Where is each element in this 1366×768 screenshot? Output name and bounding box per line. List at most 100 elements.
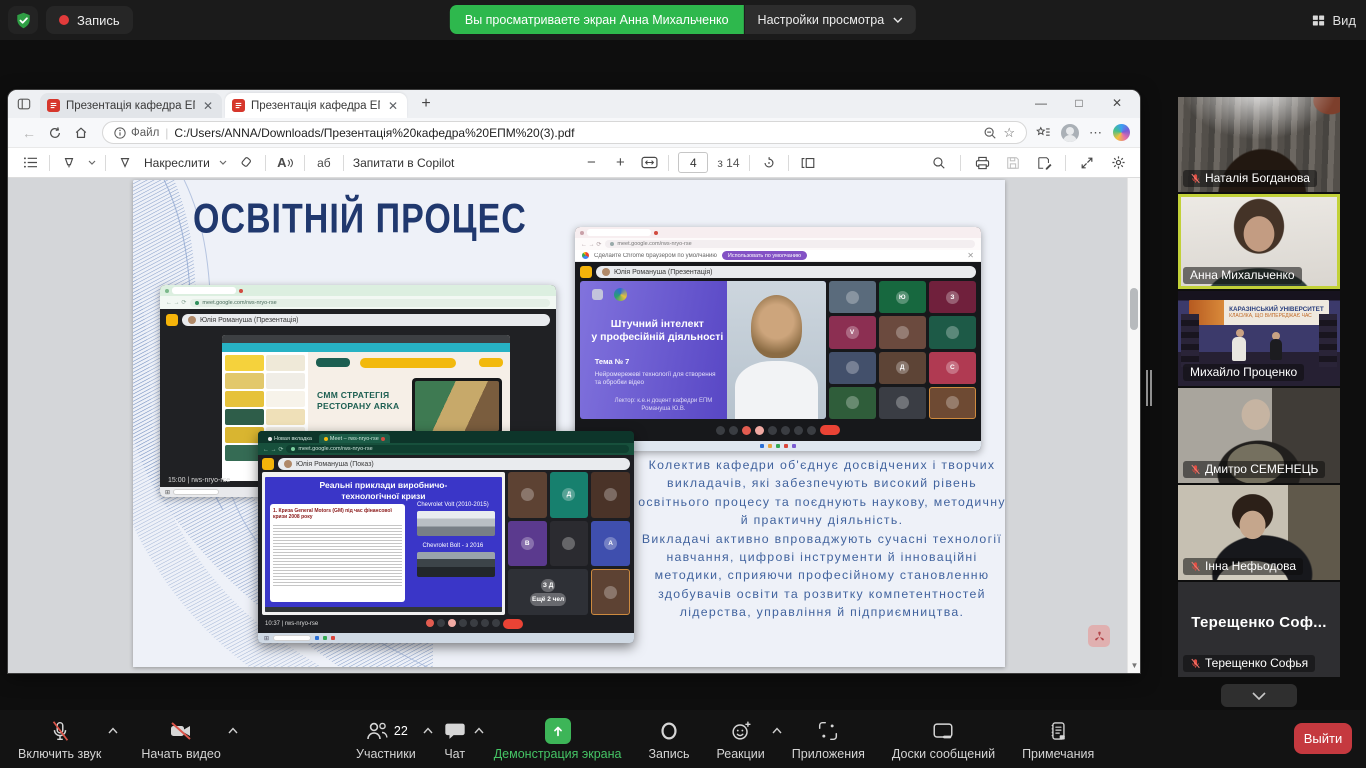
participants-button[interactable]: 22 Участники [356, 717, 416, 761]
recording-label: Запись [77, 13, 120, 28]
chevron-up-icon[interactable] [474, 727, 484, 734]
new-tab-button[interactable]: + [415, 95, 437, 113]
address-field[interactable]: Файл | C:/Users/ANNA/Downloads/Презентац… [102, 121, 1027, 144]
record-dot-icon [59, 15, 69, 25]
car-image-bolt [417, 552, 495, 577]
browser-tab-2[interactable]: Презентація кафедра ЕПМ (3).pdf ✕ [225, 93, 407, 118]
pdf-scrollbar[interactable]: ▼ [1127, 178, 1140, 673]
car-image-volt [417, 511, 495, 536]
whiteboards-button[interactable]: Доски сообщений [892, 717, 995, 761]
window-close-button[interactable]: ✕ [1098, 90, 1136, 116]
save-as-icon[interactable] [1034, 152, 1054, 174]
refresh-icon[interactable] [42, 121, 68, 145]
chevron-up-icon[interactable] [108, 727, 118, 734]
chrome-icon [582, 252, 589, 259]
highlighter-icon[interactable] [59, 152, 79, 174]
pdf-file-icon [47, 99, 60, 112]
ai-lecture-slide: Штучний інтелекту професійній діяльності… [580, 281, 826, 419]
chat-button[interactable]: Чат [443, 717, 467, 761]
participant-tile-no-video[interactable]: Терещенко Соф... Терещенко Софья [1178, 582, 1340, 677]
chevron-up-icon[interactable] [423, 727, 433, 734]
record-icon [657, 719, 681, 743]
address-scheme-label: Файл [131, 127, 159, 139]
participant-label: Терещенко Софья [1183, 655, 1315, 672]
pdf-content-area: ОСВІТНІЙ ПРОЦЕС ← → ⟳ meet.google.com/rw… [8, 178, 1140, 673]
browser-menu-icon[interactable]: ⋯ [1089, 125, 1103, 141]
shared-browser-window: Презентація кафедра ЕПМ (3).pdf ✕ Презен… [8, 90, 1140, 673]
page-info-icon[interactable] [114, 127, 126, 139]
page-total-label: з 14 [717, 156, 739, 170]
participants-count: 22 [394, 724, 408, 738]
translate-icon[interactable]: аб [314, 152, 334, 174]
view-button[interactable]: Вид [1311, 8, 1356, 32]
collapse-filmstrip-button[interactable] [1221, 684, 1297, 707]
chevron-up-icon[interactable] [228, 727, 238, 734]
chevron-down-icon[interactable] [88, 160, 96, 165]
scroll-down-arrow[interactable]: ▼ [1128, 661, 1140, 670]
apps-button[interactable]: Приложения [792, 717, 865, 761]
share-screen-button[interactable]: Демонстрация экрана [494, 717, 622, 761]
participant-tile[interactable]: Наталія Богданова [1178, 97, 1340, 192]
draw-pen-icon[interactable] [115, 152, 135, 174]
copilot-icon[interactable] [1113, 124, 1130, 141]
page-view-icon[interactable] [798, 152, 818, 174]
fit-to-width-icon[interactable] [639, 152, 659, 174]
set-default-button: Использовать по умолчанию [722, 251, 807, 260]
security-shield-button[interactable] [8, 6, 38, 34]
pdf-viewer-toolbar: Накреслити A аб Запитати в Copilot − + з… [8, 148, 1140, 178]
zoom-in-icon[interactable]: + [610, 152, 630, 174]
eraser-icon[interactable] [236, 152, 256, 174]
browser-tab-1[interactable]: Презентація кафедра ЕПМ (3).pdf ✕ [40, 93, 222, 118]
zoom-bottom-toolbar: Включить звук Начать видео 22 Участники … [0, 710, 1366, 768]
print-icon[interactable] [972, 152, 992, 174]
unmute-button[interactable]: Включить звук [18, 717, 101, 761]
tab-close-icon[interactable]: ✕ [386, 99, 400, 113]
draw-label[interactable]: Накреслити [144, 156, 210, 170]
pdf-file-icon [232, 99, 245, 112]
rotate-page-icon[interactable] [759, 152, 779, 174]
search-icon[interactable] [929, 152, 949, 174]
acrobat-extension-icon[interactable] [1088, 625, 1110, 647]
notes-button[interactable]: Примечания [1022, 717, 1094, 761]
profile-avatar-icon[interactable] [1061, 124, 1079, 142]
ask-copilot-button[interactable]: Запитати в Copilot [353, 156, 455, 170]
leave-meeting-button[interactable]: Выйти [1294, 723, 1352, 754]
home-icon[interactable] [68, 121, 94, 145]
recording-indicator[interactable]: Запись [46, 6, 133, 34]
zoom-out-icon[interactable]: − [581, 152, 601, 174]
participants-filmstrip: Наталія Богданова Анна Михальченко КАРАЗ… [1178, 97, 1340, 707]
tab-actions-icon[interactable] [14, 94, 34, 114]
view-settings-button[interactable]: Настройки просмотра [745, 5, 917, 34]
chevron-up-icon[interactable] [772, 727, 782, 734]
participant-tile[interactable]: КАРАЗІНСЬКИЙ УНІВЕРСИТЕТ КЛАСИКА, ЩО ВИП… [1178, 291, 1340, 386]
participant-tile[interactable]: Інна Нефьодова [1178, 485, 1340, 580]
participant-tile-active-speaker[interactable]: Анна Михальченко [1178, 194, 1340, 289]
meet-participant-grid: Ю З V Д С [829, 281, 976, 419]
reactions-button[interactable]: Реакции [716, 717, 764, 761]
tab-close-icon[interactable]: ✕ [201, 99, 215, 113]
scrollbar-thumb[interactable] [1130, 288, 1138, 330]
page-number-input[interactable] [678, 152, 708, 173]
sidebar-resize-handle[interactable] [1146, 370, 1152, 406]
participant-display-name: Терещенко Соф... [1178, 582, 1340, 663]
hangup-button-icon [820, 425, 840, 435]
camera-off-icon [168, 718, 194, 744]
meet-participant-grid: Д В А З ДЕщё 2 чел [508, 472, 630, 615]
window-maximize-button[interactable]: □ [1060, 90, 1098, 116]
back-icon[interactable]: ← [16, 121, 42, 145]
read-aloud-icon[interactable]: A [275, 152, 295, 174]
start-video-button[interactable]: Начать видео [141, 717, 220, 761]
fullscreen-icon[interactable] [1077, 152, 1097, 174]
save-icon[interactable] [1003, 152, 1023, 174]
settings-gear-icon[interactable] [1108, 152, 1128, 174]
participant-tile[interactable]: Дмитро СЕМЕНЕЦЬ [1178, 388, 1340, 483]
window-minimize-button[interactable]: — [1022, 90, 1060, 116]
collections-icon[interactable] [1035, 125, 1051, 140]
gm-crisis-textbox: 1. Криза General Motors (GM) під час фін… [270, 504, 405, 602]
chevron-down-icon[interactable] [219, 160, 227, 165]
table-of-contents-icon[interactable] [20, 152, 40, 174]
pdf-page-slide: ОСВІТНІЙ ПРОЦЕС ← → ⟳ meet.google.com/rw… [133, 180, 1005, 667]
favorite-star-icon[interactable]: ☆ [1003, 125, 1015, 141]
record-button[interactable]: Запись [648, 717, 689, 761]
zoom-out-page-icon[interactable] [983, 126, 997, 140]
